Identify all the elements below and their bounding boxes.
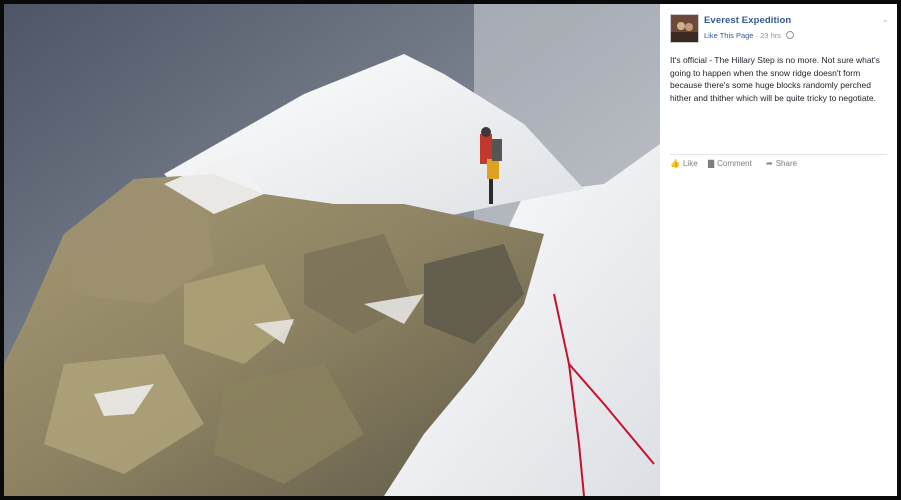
- globe-icon: [786, 31, 795, 39]
- avatar-image: [671, 15, 698, 42]
- page-avatar[interactable]: [670, 14, 699, 43]
- post-timestamp[interactable]: 23 hrs: [760, 31, 781, 40]
- comment-button[interactable]: ▇ Comment: [708, 159, 752, 168]
- post-meta: Like This Page · 23 hrs: [704, 31, 795, 40]
- post-details-panel: Everest Expedition Like This Page · 23 h…: [660, 4, 897, 496]
- page-name-link[interactable]: Everest Expedition: [704, 15, 791, 26]
- everest-summit-photo: [4, 4, 660, 496]
- meta-separator: ·: [755, 31, 759, 40]
- share-arrow-icon: ➦: [766, 159, 773, 168]
- like-label: Like: [682, 159, 698, 168]
- comment-label: Comment: [717, 159, 752, 168]
- facebook-post-viewer: Everest Expedition Like This Page · 23 h…: [0, 0, 901, 500]
- thumbs-up-icon: 👍: [670, 159, 680, 168]
- post-header: Everest Expedition Like This Page · 23 h…: [670, 14, 889, 44]
- comment-bubble-icon: ▇: [708, 159, 715, 168]
- post-actions: 👍 Like ▇ Comment ➦ Share: [670, 159, 887, 173]
- chevron-down-icon[interactable]: ⌄: [881, 14, 889, 25]
- share-label: Share: [775, 159, 798, 168]
- like-page-link[interactable]: Like This Page: [704, 31, 753, 40]
- divider: [670, 154, 887, 155]
- share-button[interactable]: ➦ Share: [766, 159, 797, 168]
- like-button[interactable]: 👍 Like: [670, 159, 698, 168]
- post-text: It's official - The Hillary Step is no m…: [670, 55, 880, 103]
- post-photo[interactable]: [4, 4, 660, 496]
